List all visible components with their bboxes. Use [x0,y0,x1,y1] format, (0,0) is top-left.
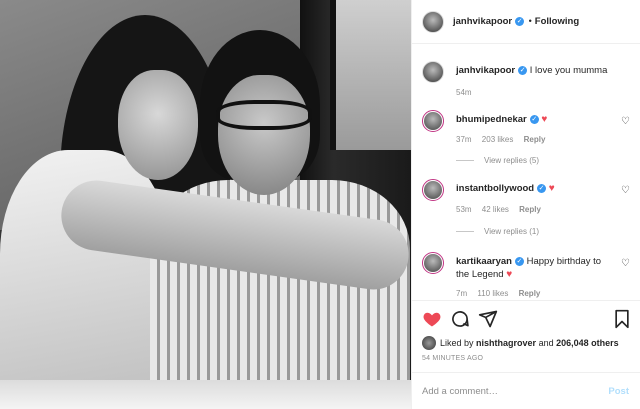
verified-icon: ✓ [515,17,525,27]
reply-button[interactable]: Reply [519,289,541,298]
caption-text: janhvikapoor ✓ I love you mumma [456,64,616,77]
liked-by: Liked by nishthagrover and 206,048 other… [422,336,619,350]
separator-dot: • [528,16,532,26]
like-comment-heart-icon[interactable]: ♡ [621,185,630,196]
add-comment-bar: Post [412,372,640,409]
photo-window [330,0,411,150]
caption-body: I love you mumma [529,65,608,76]
view-replies-label: View replies (1) [484,227,539,236]
comment-text: kartikaaryan ✓ Happy birthday to the Lege… [456,255,616,281]
like-heart-icon[interactable] [422,309,442,329]
red-heart-emoji-icon: ♥ [548,183,555,194]
add-comment-input[interactable] [422,382,592,400]
verified-icon: ✓ [514,256,524,266]
comment-time[interactable]: 37m [456,135,472,144]
comment-meta: 7m 110 likes Reply [456,289,548,298]
comment-time[interactable]: 53m [456,205,472,214]
share-paper-plane-icon[interactable] [478,309,498,329]
photo-glasses [216,100,312,130]
verified-icon: ✓ [518,65,528,75]
reply-button[interactable]: Reply [524,135,546,144]
red-heart-emoji-icon: ♥ [506,269,513,280]
verified-icon: ✓ [529,114,539,124]
commenter-avatar[interactable] [422,110,444,132]
replies-divider-line [456,231,474,232]
liked-by-username[interactable]: nishthagrover [476,338,536,348]
like-comment-heart-icon[interactable]: ♡ [621,116,630,127]
author-username[interactable]: janhvikapoor [453,16,512,27]
liked-by-prefix: Liked by [440,338,474,348]
view-replies-label: View replies (5) [484,156,539,165]
comment-bubble-icon[interactable] [450,309,470,329]
author-avatar[interactable] [422,10,444,33]
commenter-username[interactable]: bhumipednekar [456,114,527,125]
commenter-avatar[interactable] [422,252,444,274]
comment-text: instantbollywood ✓ ♥ [456,182,616,195]
likes-count-button[interactable]: 206,048 others [556,338,619,348]
view-replies-button[interactable]: View replies (5) [456,156,539,165]
post-actions: Liked by nishthagrover and 206,048 other… [412,300,640,370]
photo-face-left [118,70,198,180]
replies-divider-line [456,160,474,161]
comment-row: instantbollywood ✓ ♥ ♡ 53m 42 likes Reply… [422,179,636,239]
view-replies-button[interactable]: View replies (1) [456,227,539,236]
commenter-username[interactable]: instantbollywood [456,183,534,194]
comment-text: bhumipednekar ✓ ♥ [456,113,616,126]
comment-likes[interactable]: 42 likes [482,205,509,214]
commenter-avatar[interactable] [422,179,444,201]
post-header: janhvikapoor ✓ • Following [412,0,640,44]
photo-face-right [218,75,310,195]
commenter-username[interactable]: kartikaaryan [456,256,512,267]
post-timestamp[interactable]: 54 MINUTES AGO [422,355,483,362]
photo-table [0,380,411,409]
verified-icon: ✓ [537,183,547,193]
post-side-panel: janhvikapoor ✓ • Following janhvikapoor ✓ I… [411,0,640,409]
comment-likes[interactable]: 203 likes [482,135,514,144]
comment-meta: 53m 42 likes Reply [456,205,549,214]
caption-row: janhvikapoor ✓ I love you mumma 54m [422,61,636,105]
comment-row: kartikaaryan ✓ Happy birthday to the Lege… [422,252,636,300]
save-bookmark-icon[interactable] [612,309,632,329]
post-photo[interactable] [0,0,411,409]
like-comment-heart-icon[interactable]: ♡ [621,258,630,269]
comment-row: bhumipednekar ✓ ♥ ♡ 37m 203 likes Reply V… [422,110,636,170]
liked-by-and: and [538,338,554,348]
post-comment-button[interactable]: Post [608,386,629,397]
comments-list[interactable]: janhvikapoor ✓ I love you mumma 54m bhumi… [412,44,640,300]
caption-author-username[interactable]: janhvikapoor [456,65,515,76]
caption-time[interactable]: 54m [456,88,472,97]
comment-likes[interactable]: 110 likes [477,289,508,298]
liked-by-avatar[interactable] [422,336,436,350]
caption-meta: 54m [456,88,480,97]
comment-meta: 37m 203 likes Reply [456,135,553,144]
comment-time[interactable]: 7m [456,289,467,298]
red-heart-emoji-icon: ♥ [541,114,548,125]
reply-button[interactable]: Reply [519,205,541,214]
caption-author-avatar[interactable] [422,61,444,83]
following-button[interactable]: Following [535,16,579,27]
header-text: janhvikapoor ✓ • Following [453,16,579,27]
action-icons [422,309,632,331]
